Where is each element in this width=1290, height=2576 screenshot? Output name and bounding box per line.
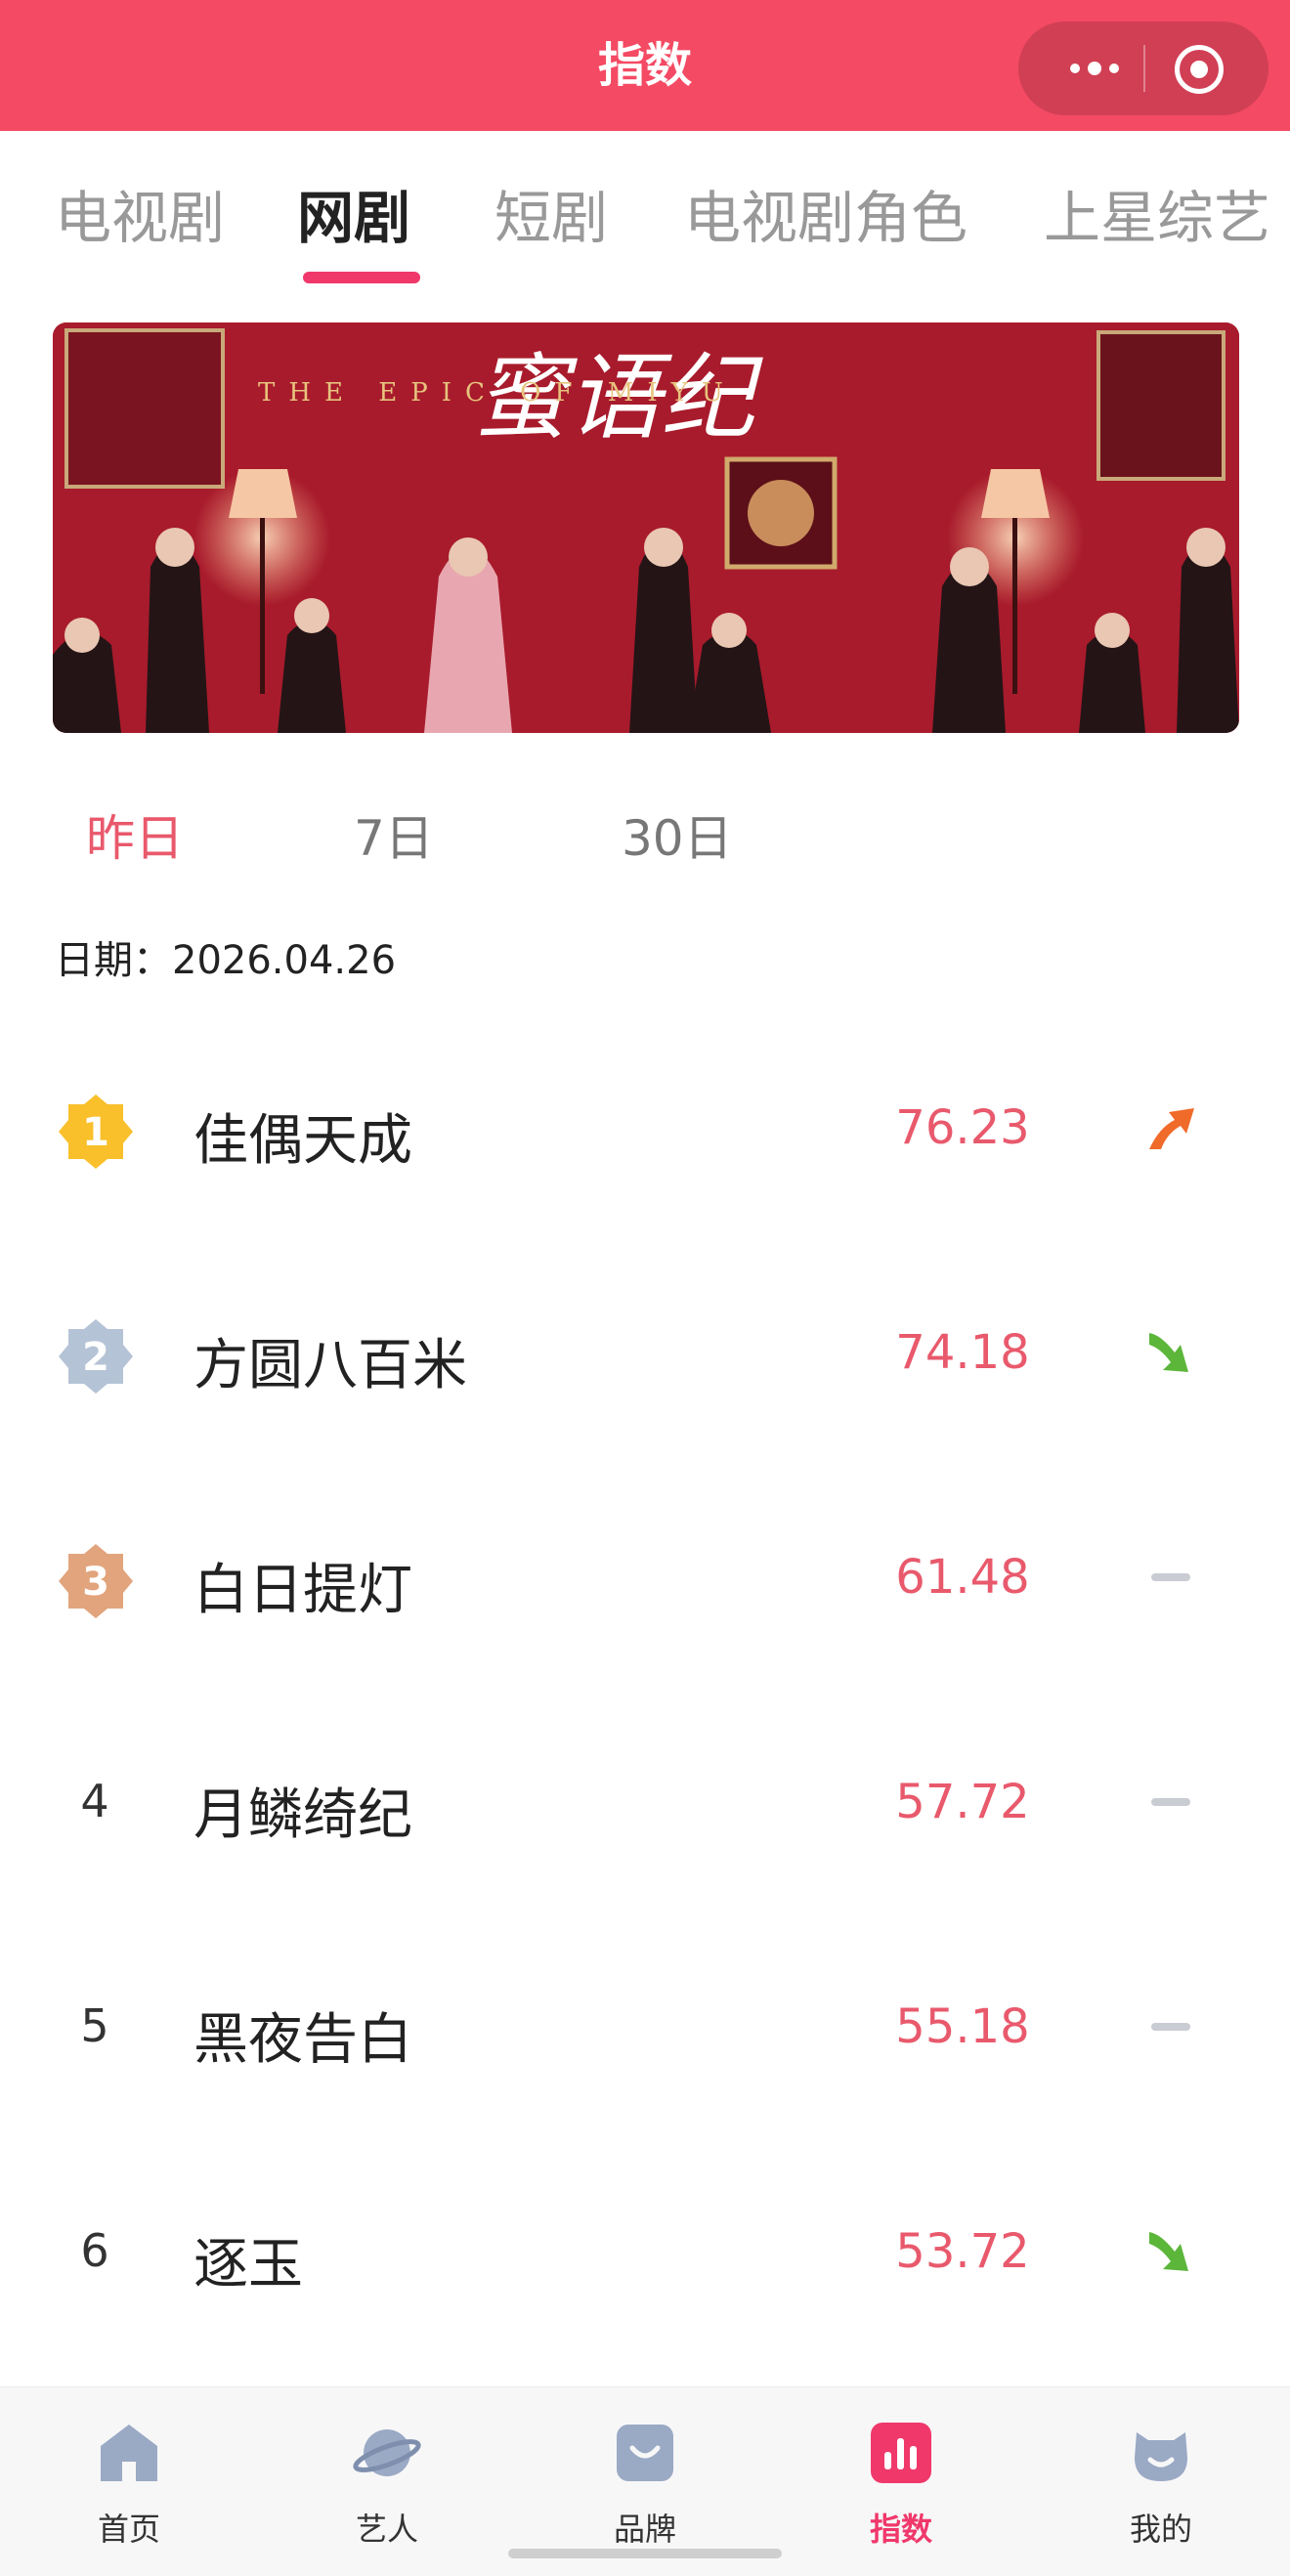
silver-medal-icon: 2 [59,1319,133,1394]
nav-label: 我的 [1129,2511,1192,2548]
drama-name: 逐玉 [194,2233,303,2297]
more-icon[interactable] [1046,21,1143,115]
drama-score: 61.48 [895,1550,1030,1605]
nav-label: 首页 [97,2511,160,2548]
tab-web-series[interactable]: 网剧 [297,172,410,254]
period-yesterday[interactable]: 昨日 [86,799,184,870]
bottom-nav: 首页 艺人 品牌 指数 我的 [0,2386,1290,2576]
rank-number: 5 [80,1999,109,2052]
drama-name: 月鳞绮纪 [194,1783,412,1847]
nav-index[interactable]: 指数 [833,2407,969,2563]
capsule-divider [1143,45,1145,92]
date-label: 日期：2026.04.26 [55,938,397,983]
ranking-row[interactable]: 2 方圆八百米 74.18 [0,1286,1290,1423]
drama-banner[interactable]: 蜜语纪 THE EPIC OF MIYU [53,322,1239,733]
drama-score: 53.72 [895,2224,1030,2279]
drama-score: 76.23 [895,1100,1030,1155]
down-arrow-icon [1149,2232,1188,2271]
nav-brands[interactable]: 品牌 [577,2407,713,2563]
bronze-medal-icon: 3 [59,1544,133,1618]
home-icon [101,2425,157,2481]
rank-number: 4 [80,1775,109,1827]
bag-icon [617,2425,673,2481]
planet-icon [353,2429,421,2476]
ranking-row[interactable]: 3 白日提灯 61.48 [0,1511,1290,1648]
drama-score: 55.18 [895,1999,1030,2054]
flat-dash-icon [1151,1798,1190,1806]
rank-number: 6 [80,2224,109,2277]
nav-artists[interactable]: 艺人 [319,2407,455,2563]
nav-label: 艺人 [355,2511,418,2548]
tab-tv-roles[interactable]: 电视剧角色 [684,172,968,254]
period-30-days[interactable]: 30日 [622,799,733,870]
flat-dash-icon [1151,1573,1190,1581]
tab-tv-series[interactable]: 电视剧 [55,172,225,254]
bar-chart-icon [871,2423,931,2483]
drama-score: 57.72 [895,1775,1030,1829]
nav-label: 品牌 [613,2511,676,2548]
drama-score: 74.18 [895,1325,1030,1380]
banner-image: 蜜语纪 THE EPIC OF MIYU [53,322,1239,733]
nav-me[interactable]: 我的 [1093,2407,1229,2563]
tab-short-series[interactable]: 短剧 [494,172,608,254]
svg-text:1: 1 [82,1110,109,1155]
drama-name: 方圆八百米 [194,1334,467,1397]
flat-dash-icon [1151,2023,1190,2031]
period-selector: 昨日 7日 30日 [0,782,1290,880]
gold-medal-icon: 1 [59,1095,133,1169]
drama-name: 黑夜告白 [194,2008,412,2072]
nav-home[interactable]: 首页 [61,2407,197,2563]
active-tab-indicator [303,272,420,283]
tab-satellite-variety[interactable]: 上星综艺 [1044,172,1270,254]
ranking-row[interactable]: 1 佳偶天成 76.23 [0,1061,1290,1198]
svg-text:2: 2 [82,1335,109,1380]
close-icon[interactable] [1175,45,1224,94]
drama-name: 佳偶天成 [194,1109,412,1173]
ranking-row[interactable]: 6 逐玉 53.72 [0,2185,1290,2322]
home-indicator [508,2549,782,2558]
category-tabs: 电视剧 网剧 短剧 电视剧角色 上星综艺 [0,131,1290,297]
ranking-row[interactable]: 4 月鳞绮纪 57.72 [0,1736,1290,1872]
face-icon [1135,2432,1187,2481]
down-arrow-icon [1149,1333,1188,1372]
mini-program-capsule [1018,21,1268,115]
top-bar: 指数 [0,0,1290,131]
drama-name: 白日提灯 [194,1559,412,1622]
banner-subtitle: THE EPIC OF MIYU [258,378,737,408]
svg-text:3: 3 [82,1560,109,1605]
ranking-row[interactable]: 5 黑夜告白 55.18 [0,1960,1290,2097]
nav-label: 指数 [869,2511,932,2548]
up-arrow-icon [1149,1108,1194,1149]
period-7-days[interactable]: 7日 [354,799,434,870]
